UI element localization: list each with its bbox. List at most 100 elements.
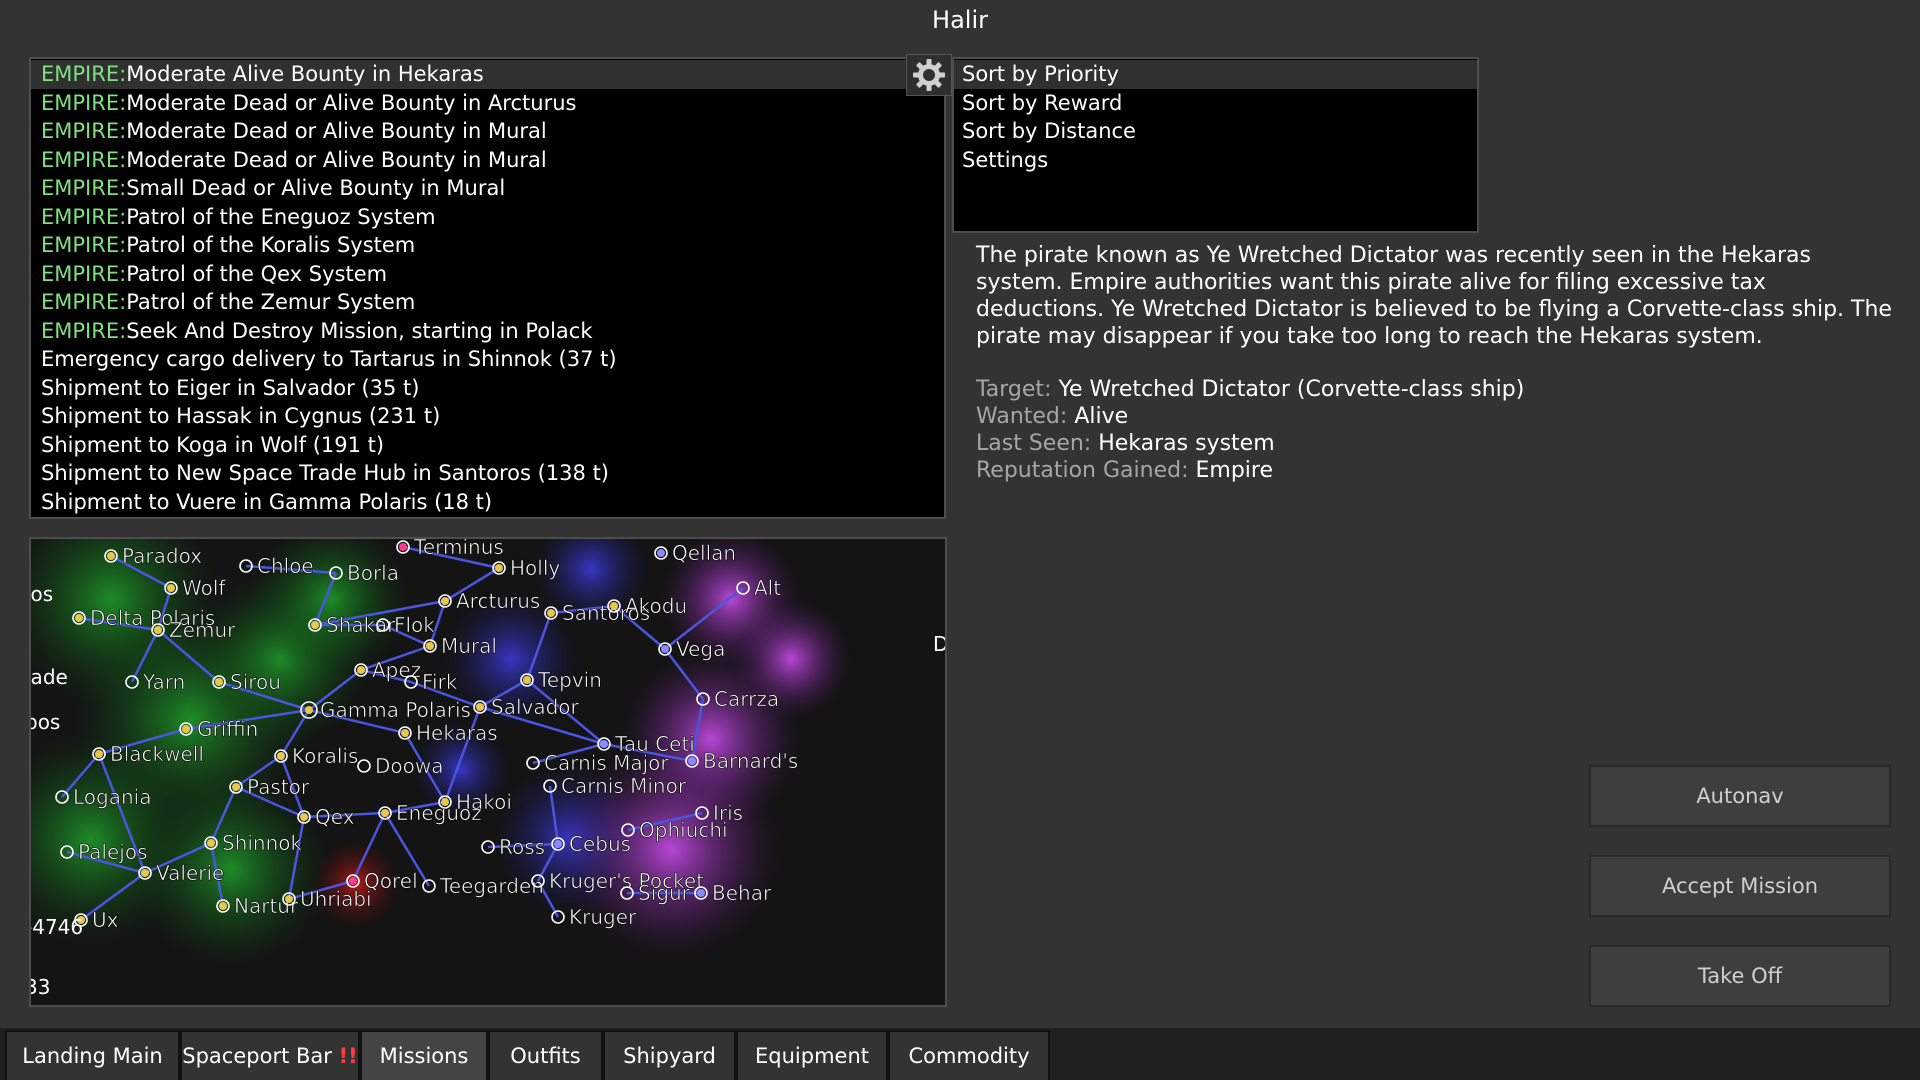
mission-list-item[interactable]: EMPIRE:Patrol of the Eneguoz System bbox=[31, 203, 944, 232]
star-system-label: Teegarden bbox=[439, 874, 544, 898]
mission-list-item[interactable]: Shipment to Hassak in Cygnus (231 t) bbox=[31, 402, 944, 431]
tab-outfits[interactable]: Outfits bbox=[488, 1030, 603, 1080]
mission-faction: EMPIRE: bbox=[41, 233, 127, 257]
star-system-label: Logania bbox=[73, 785, 151, 809]
mission-title: Patrol of the Zemur System bbox=[126, 290, 416, 314]
star-system-label: Tepvin bbox=[537, 668, 602, 692]
star-system-label: Eneguoz bbox=[396, 801, 482, 825]
sort-menu[interactable]: Sort by Priority Sort by Reward Sort by … bbox=[952, 57, 1479, 233]
tab-spaceport-bar[interactable]: Spaceport Bar !! bbox=[180, 1030, 360, 1080]
star-system-label: Shakar bbox=[326, 613, 396, 637]
star-system-label: Kruger bbox=[569, 905, 637, 929]
mission-list-item[interactable]: Emergency cargo delivery to Tartarus in … bbox=[31, 345, 944, 374]
mission-list-item[interactable]: EMPIRE:Seek And Destroy Mission, startin… bbox=[31, 317, 944, 346]
star-system-label: Barnard's bbox=[703, 749, 798, 773]
mission-list-item[interactable]: EMPIRE:Moderate Dead or Alive Bounty in … bbox=[31, 146, 944, 175]
mission-title: Shipment to Koga in Wolf (191 t) bbox=[41, 432, 385, 457]
mission-list-item[interactable]: Shipment to Koga in Wolf (191 t) bbox=[31, 431, 944, 460]
star-system-label: Sigur bbox=[638, 881, 691, 905]
star-system-label: Doowa bbox=[375, 754, 444, 778]
star-system-label: Yarn bbox=[142, 670, 185, 694]
autonav-button[interactable]: Autonav bbox=[1589, 765, 1891, 827]
window-title: Halir bbox=[932, 6, 988, 34]
mission-faction: EMPIRE: bbox=[41, 62, 127, 86]
star-system-label: Carnis Major bbox=[544, 751, 669, 775]
tab-equipment[interactable]: Equipment bbox=[736, 1030, 888, 1080]
star-system[interactable]: Barnard's bbox=[685, 749, 799, 773]
star-system[interactable]: Carnis Minor bbox=[543, 774, 687, 798]
star-system-label: Flok bbox=[394, 613, 435, 637]
mission-list-item[interactable]: EMPIRE:Patrol of the Qex System bbox=[31, 260, 944, 289]
mission-details: Target: Ye Wretched Dictator (Corvette-c… bbox=[976, 376, 1524, 484]
detail-last-seen: Last Seen: Hekaras system bbox=[976, 431, 1275, 456]
star-system-label: Pastor bbox=[247, 775, 310, 799]
star-system-label: Paradox bbox=[122, 544, 202, 568]
accept-mission-button[interactable]: Accept Mission bbox=[1589, 855, 1891, 917]
mission-list[interactable]: EMPIRE:Moderate Alive Bounty in Hekaras E… bbox=[29, 57, 946, 519]
star-system-label: Sirou bbox=[230, 670, 281, 694]
star-system-label: Ophiuchi bbox=[639, 818, 728, 842]
mission-list-item[interactable]: EMPIRE:Moderate Alive Bounty in Hekaras bbox=[31, 60, 944, 89]
star-system-label: Blackwell bbox=[110, 742, 204, 766]
sort-by-priority[interactable]: Sort by Priority bbox=[954, 60, 1477, 89]
star-system[interactable]: Gamma Polaris bbox=[300, 698, 471, 722]
mission-faction: EMPIRE: bbox=[41, 290, 127, 314]
star-system-label: Holly bbox=[510, 556, 560, 580]
star-system-label: Mural bbox=[441, 634, 497, 658]
mission-faction: EMPIRE: bbox=[41, 261, 127, 286]
star-system-label: Vega bbox=[676, 637, 725, 661]
star-system-label: Griffin bbox=[197, 717, 258, 741]
detail-wanted: Wanted: Alive bbox=[976, 404, 1129, 429]
star-map[interactable]: Paradox Chloe Borla Terminus Holly Qellan Alt W… bbox=[29, 537, 947, 1007]
star-system-label: Carrza bbox=[714, 687, 779, 711]
map-edge-label: -4746 bbox=[31, 915, 83, 939]
star-system[interactable]: Teegarden bbox=[422, 874, 544, 898]
star-system-label: Uhriabi bbox=[300, 887, 372, 911]
mission-list-item[interactable]: EMPIRE:Moderate Dead or Alive Bounty in … bbox=[31, 89, 944, 118]
mission-list-item[interactable]: EMPIRE:Small Dead or Alive Bounty in Mur… bbox=[31, 174, 944, 203]
mission-faction: EMPIRE: bbox=[41, 204, 127, 229]
mission-list-item[interactable]: EMPIRE:Moderate Dead or Alive Bounty in … bbox=[31, 117, 944, 146]
star-system-label: Palejos bbox=[78, 840, 148, 864]
star-system-label: Alt bbox=[754, 576, 781, 600]
tab-commodity[interactable]: Commodity bbox=[888, 1030, 1050, 1080]
star-system-label: Firk bbox=[422, 670, 458, 694]
settings-menu-item[interactable]: Settings bbox=[954, 146, 1477, 175]
star-system[interactable]: Carnis Major bbox=[526, 751, 670, 775]
star-system-label: Koralis bbox=[292, 744, 358, 768]
mission-faction: EMPIRE: bbox=[41, 176, 127, 200]
mission-faction: EMPIRE: bbox=[41, 318, 127, 343]
map-edge-label: D bbox=[933, 632, 945, 656]
mission-title: Patrol of the Qex System bbox=[126, 261, 388, 286]
detail-reputation: Reputation Gained: Empire bbox=[976, 458, 1273, 483]
tab-missions[interactable]: Missions bbox=[360, 1030, 488, 1080]
mission-faction: EMPIRE: bbox=[41, 90, 127, 115]
mission-title: Shipment to Hassak in Cygnus (231 t) bbox=[41, 404, 441, 428]
star-system[interactable]: Terminus bbox=[396, 539, 504, 559]
star-system-label: Wolf bbox=[182, 576, 226, 600]
mission-title: Shipment to Vuere in Gamma Polaris (18 t… bbox=[41, 489, 493, 514]
mission-list-item[interactable]: EMPIRE:Patrol of the Koralis System bbox=[31, 231, 944, 260]
star-system-label: Zemur bbox=[169, 618, 236, 642]
mission-title: Shipment to Eiger in Salvador (35 t) bbox=[41, 375, 420, 400]
mission-faction: EMPIRE: bbox=[41, 147, 127, 172]
settings-gear-button[interactable] bbox=[906, 54, 952, 96]
star-system[interactable]: Blackwell bbox=[92, 742, 204, 766]
map-edge-label: los bbox=[31, 582, 53, 606]
star-system-label: Gamma Polaris bbox=[320, 698, 471, 722]
mission-list-item[interactable]: Shipment to New Space Trade Hub in Santo… bbox=[31, 459, 944, 488]
tab-shipyard[interactable]: Shipyard bbox=[603, 1030, 736, 1080]
mission-title: Moderate Alive Bounty in Hekaras bbox=[126, 62, 484, 86]
mission-list-item[interactable]: Shipment to Vuere in Gamma Polaris (18 t… bbox=[31, 488, 944, 517]
mission-title: Shipment to New Space Trade Hub in Santo… bbox=[41, 461, 610, 485]
mission-list-item[interactable]: EMPIRE:Patrol of the Zemur System bbox=[31, 288, 944, 317]
star-system-label: Terminus bbox=[413, 539, 504, 559]
take-off-button[interactable]: Take Off bbox=[1589, 945, 1891, 1007]
sort-by-distance[interactable]: Sort by Distance bbox=[954, 117, 1477, 146]
mission-list-item[interactable]: Shipment to Eiger in Salvador (35 t) bbox=[31, 374, 944, 403]
mission-description: The pirate known as Ye Wretched Dictator… bbox=[976, 243, 1892, 349]
tab-landing-main[interactable]: Landing Main bbox=[5, 1030, 180, 1080]
sort-by-reward[interactable]: Sort by Reward bbox=[954, 89, 1477, 118]
detail-target: Target: Ye Wretched Dictator (Corvette-c… bbox=[976, 377, 1525, 402]
mission-faction: EMPIRE: bbox=[41, 119, 127, 143]
